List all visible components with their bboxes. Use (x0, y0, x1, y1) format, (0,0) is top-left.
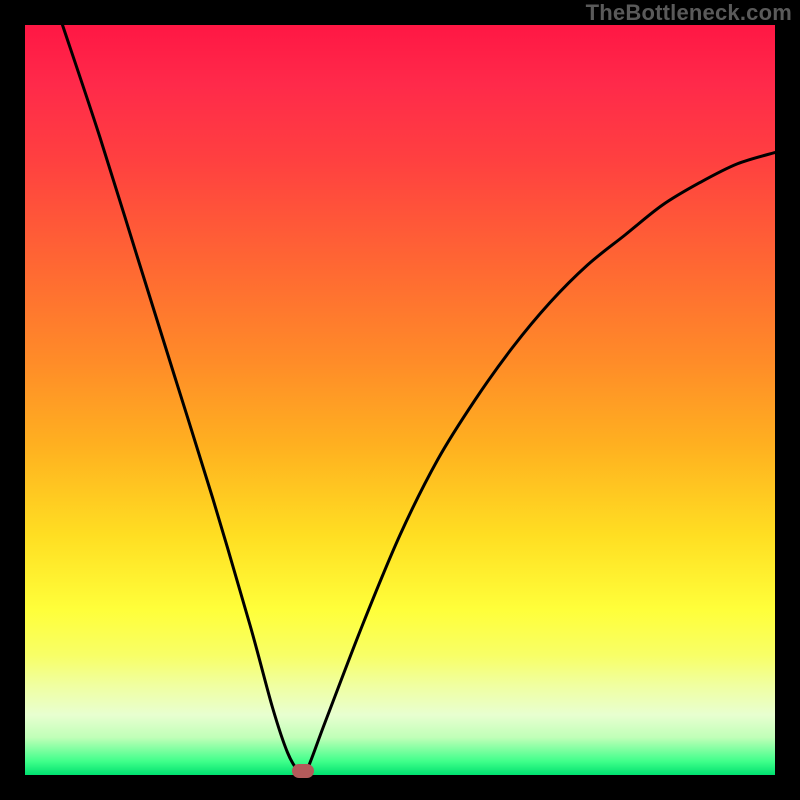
plot-area (25, 25, 775, 775)
bottleneck-curve (25, 25, 775, 775)
optimum-marker (292, 764, 314, 778)
chart-frame: TheBottleneck.com (0, 0, 800, 800)
watermark-text: TheBottleneck.com (586, 0, 792, 26)
